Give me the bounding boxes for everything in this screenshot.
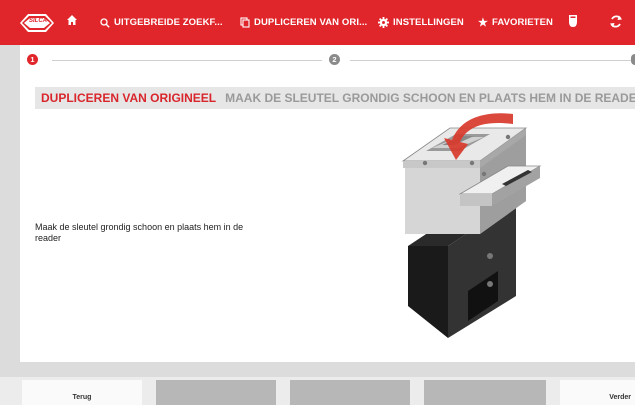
nav-advanced-search-label: UITGEBREIDE ZOEKF... — [114, 17, 223, 28]
page-subtitle: MAAK DE SLEUTEL GRONDIG SCHOON EN PLAATS… — [225, 91, 635, 105]
home-icon — [67, 15, 77, 25]
step-3-edge — [631, 54, 635, 65]
bottom-action-bar: Terug Verder — [0, 377, 635, 405]
key-reader-button[interactable] — [568, 14, 578, 33]
brand-name: SILCA — [29, 18, 47, 24]
action-slot-2 — [290, 380, 410, 405]
search-icon — [100, 17, 110, 28]
instruction-text: Maak de sleutel grondig schoon en plaats… — [35, 222, 244, 243]
nav-favorites-label: FAVORIETEN — [491, 17, 553, 28]
next-button[interactable]: Verder — [560, 380, 635, 405]
nav-settings-label: INSTELLINGEN — [393, 17, 464, 28]
back-button[interactable]: Terug — [22, 380, 142, 405]
copy-icon — [240, 17, 250, 28]
nav-favorites[interactable]: ★ FAVORIETEN — [478, 17, 553, 28]
step-2: 2 — [329, 54, 340, 65]
silca-logo[interactable]: SILCA — [18, 12, 56, 34]
action-slot-3 — [424, 380, 546, 405]
nav-settings[interactable]: INSTELLINGEN — [378, 17, 464, 28]
nav-duplicate-original-label: DUPLICEREN VAN ORI... — [254, 17, 368, 28]
next-button-label: Verder — [609, 394, 631, 401]
key-reader-icon — [569, 15, 577, 27]
home-button[interactable] — [66, 14, 78, 26]
refresh-icon — [610, 15, 622, 28]
nav-duplicate-original[interactable]: DUPLICEREN VAN ORI... — [240, 17, 367, 28]
step-connector — [350, 60, 635, 61]
top-navigation-bar: SILCA UITGEBREIDE ZOEKF... DUPLICEREN VA… — [0, 0, 635, 45]
star-icon: ★ — [478, 16, 488, 29]
back-button-label: Terug — [72, 394, 92, 401]
step-connector — [52, 60, 322, 61]
page-title: DUPLICEREN VAN ORIGINEEL — [41, 91, 217, 105]
action-slot-1 — [156, 380, 276, 405]
gear-icon — [378, 17, 389, 28]
nav-advanced-search[interactable]: UITGEBREIDE ZOEKF... — [100, 17, 223, 28]
refresh-button[interactable] — [609, 14, 623, 34]
key-reader-illustration — [401, 113, 542, 338]
main-content: 1 2 DUPLICEREN VAN ORIGINEEL MAAK DE SLE… — [20, 45, 635, 362]
step-1: 1 — [27, 54, 38, 65]
step-indicator: 1 2 — [20, 45, 635, 75]
